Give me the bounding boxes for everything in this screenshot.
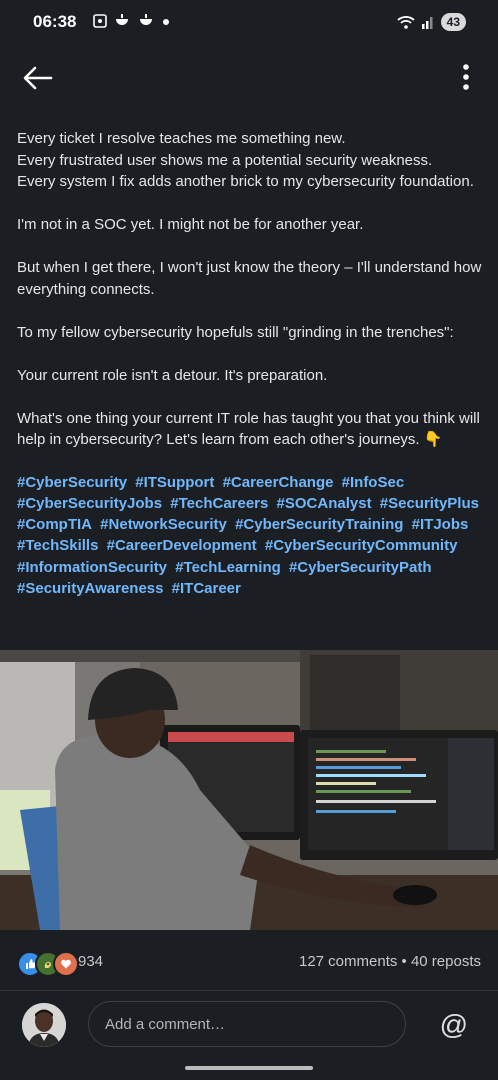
hashtag-link[interactable]: #ITSupport xyxy=(135,474,214,491)
cup-icon xyxy=(140,14,152,25)
post-body: Every ticket I resolve teaches me someth… xyxy=(17,128,483,599)
hashtag-link[interactable]: #SecurityPlus xyxy=(380,495,479,512)
hashtag-link[interactable]: #CyberSecurityCommunity xyxy=(265,537,458,554)
hashtag-link[interactable]: #CyberSecurity xyxy=(17,474,127,491)
hashtag-link[interactable]: #TechSkills xyxy=(17,537,98,554)
status-time: 06:38 xyxy=(33,12,77,31)
avatar xyxy=(22,1003,66,1047)
hashtag-list: #CyberSecurity #ITSupport #CareerChange … xyxy=(17,472,483,600)
hashtag-link[interactable]: #CyberSecurityJobs xyxy=(17,495,162,512)
hashtag-link[interactable]: #ITCareer xyxy=(172,580,241,597)
hashtag-link[interactable]: #CyberSecurityTraining xyxy=(235,516,403,533)
workstation-photo xyxy=(0,650,498,930)
love-icon xyxy=(53,951,79,977)
cup-icon xyxy=(116,14,128,25)
post-paragraph: I'm not in a SOC yet. I might not be for… xyxy=(17,216,364,233)
hashtag-link[interactable]: #CompTIA xyxy=(17,516,92,533)
engagement-row: 934 127 comments • 40 reposts xyxy=(0,945,498,979)
hashtag-link[interactable]: #CareerDevelopment xyxy=(107,537,257,554)
hashtag-link[interactable]: #SOCAnalyst xyxy=(277,495,372,512)
post-image[interactable] xyxy=(0,650,498,930)
hashtag-link[interactable]: #TechCareers xyxy=(170,495,268,512)
system-icons: 43 xyxy=(397,13,466,31)
comments-reposts-count[interactable]: 127 comments • 40 reposts xyxy=(299,953,481,970)
hashtag-link[interactable]: #CareerChange xyxy=(223,474,334,491)
hashtag-link[interactable]: #ITJobs xyxy=(412,516,469,533)
home-indicator[interactable] xyxy=(185,1066,313,1070)
wifi-icon xyxy=(397,16,415,29)
top-app-bar xyxy=(0,50,498,106)
battery-indicator: 43 xyxy=(440,13,466,31)
post-paragraph: But when I get there, I won't just know … xyxy=(17,259,482,298)
hashtag-link[interactable]: #NetworkSecurity xyxy=(100,516,227,533)
hashtag-link[interactable]: #SecurityAwareness xyxy=(17,580,163,597)
dot-icon xyxy=(163,19,169,25)
hashtag-link[interactable]: #TechLearning xyxy=(175,559,281,576)
more-options-icon[interactable] xyxy=(460,60,472,96)
notification-icons xyxy=(92,13,170,29)
status-bar: 06:38 43 xyxy=(0,0,498,48)
post-paragraph: To my fellow cybersecurity hopefuls stil… xyxy=(17,323,454,341)
reaction-icons[interactable] xyxy=(17,951,79,977)
mention-button[interactable]: @ xyxy=(440,1009,468,1041)
screenshot-icon xyxy=(93,14,107,28)
hashtag-link[interactable]: #InformationSecurity xyxy=(17,559,167,576)
divider xyxy=(0,990,498,991)
comment-bar: @ xyxy=(0,995,498,1060)
post-paragraph: What's one thing your current IT role ha… xyxy=(17,409,480,449)
reaction-count[interactable]: 934 xyxy=(78,953,103,970)
signal-icon xyxy=(421,17,433,29)
comment-input[interactable] xyxy=(88,1001,406,1047)
post-paragraph: Every ticket I resolve teaches me someth… xyxy=(17,130,474,190)
hashtag-link[interactable]: #InfoSec xyxy=(342,474,405,491)
back-arrow-icon[interactable] xyxy=(20,60,56,96)
hashtag-link[interactable]: #CyberSecurityPath xyxy=(289,559,432,576)
post-paragraph: Your current role isn't a detour. It's p… xyxy=(17,366,328,384)
